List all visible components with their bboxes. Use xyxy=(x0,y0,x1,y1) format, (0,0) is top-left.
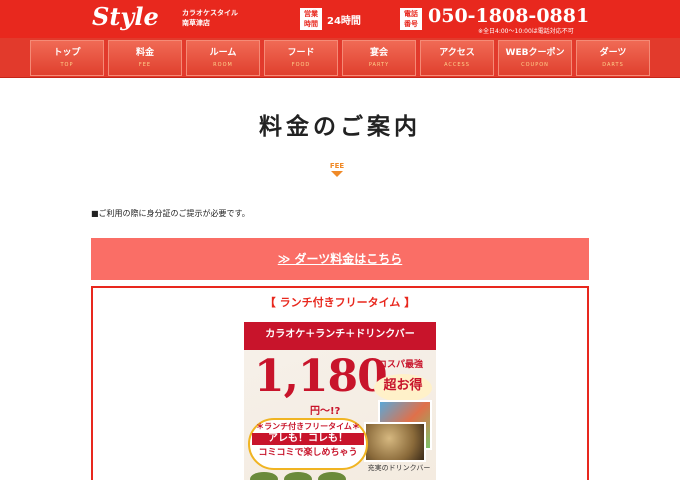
nav-item-access[interactable]: アクセス ACCESS xyxy=(420,40,494,76)
promo-price: 1,180 xyxy=(254,351,388,402)
nav-sublabel: ROOM xyxy=(213,62,233,68)
nav-item-coupon[interactable]: WEBクーポン COUPON xyxy=(498,40,572,76)
store-name-line2: 南草津店 xyxy=(182,19,210,27)
nav-sublabel: PARTY xyxy=(368,62,390,68)
promo-aremo: アレも！コレも！ xyxy=(252,433,364,445)
tel-badge-line1: 電話 xyxy=(404,10,418,18)
site-logo[interactable]: Style xyxy=(92,3,159,31)
nav-label: WEBクーポン xyxy=(505,48,565,58)
darts-fee-banner[interactable]: ≫ ダーツ料金はこちら xyxy=(91,238,589,280)
promo-lunch-free: ＊ランチ付きフリータイム＊ xyxy=(256,422,360,431)
dish-photo xyxy=(284,472,312,480)
site-header: Style カラオケスタイル 南草津店 営業 時間 24時間 電話 番号 050… xyxy=(0,0,680,38)
nav-item-party[interactable]: 宴会 PARTY xyxy=(342,40,416,76)
nav-label: ダーツ xyxy=(599,48,627,58)
nav-item-fee[interactable]: 料金 FEE xyxy=(108,40,182,76)
hours-badge-line1: 営業 xyxy=(304,10,318,18)
promo-headline: カラオケ＋ランチ＋ドリンクバー xyxy=(265,329,415,340)
main-nav: トップ TOP 料金 FEE ルーム ROOM フード FOOD 宴会 PART… xyxy=(0,38,680,78)
phone-number[interactable]: 050-1808-0881 xyxy=(428,5,589,27)
promo-drinkbar-caption: 充実のドリンクバー xyxy=(367,464,431,472)
page-subtitle: FEE xyxy=(329,162,345,170)
nav-label: フード xyxy=(287,48,315,58)
lunch-promo-image: カラオケ＋ランチ＋ドリンクバー 1,180 円～!? コスパ最強 超お得 ＊ラン… xyxy=(244,322,436,480)
nav-label: 料金 xyxy=(135,48,154,58)
nav-label: アクセス xyxy=(439,48,475,58)
nav-label: トップ xyxy=(53,48,81,58)
dish-photo xyxy=(318,472,346,480)
nav-label: 宴会 xyxy=(369,48,388,58)
nav-item-food[interactable]: フード FOOD xyxy=(264,40,338,76)
business-hours: 24時間 xyxy=(327,16,361,27)
promo-price-suffix: 円～!? xyxy=(310,406,341,417)
nav-item-room[interactable]: ルーム ROOM xyxy=(186,40,260,76)
nav-sublabel: FOOD xyxy=(291,62,311,68)
nav-sublabel: TOP xyxy=(60,62,74,68)
darts-fee-link[interactable]: ≫ ダーツ料金はこちら xyxy=(278,251,403,267)
section-title: 【 ランチ付きフリータイム 】 xyxy=(264,296,416,309)
nav-sublabel: COUPON xyxy=(521,62,549,68)
promo-cospa: コスパ最強 xyxy=(378,360,424,370)
id-notice: ■ご利用の際に身分証のご提示が必要です。 xyxy=(91,209,250,218)
promo-otoku: 超お得 xyxy=(383,378,423,393)
dish-photo xyxy=(250,472,278,480)
nav-sublabel: DARTS xyxy=(602,62,624,68)
tel-badge-line2: 番号 xyxy=(404,20,418,28)
nav-label: ルーム xyxy=(209,48,237,58)
nav-item-darts[interactable]: ダーツ DARTS xyxy=(576,40,650,76)
nav-item-top[interactable]: トップ TOP xyxy=(30,40,104,76)
store-name-line1: カラオケスタイル xyxy=(182,9,238,17)
nav-sublabel: ACCESS xyxy=(444,62,470,68)
hours-badge-line2: 時間 xyxy=(304,20,318,28)
arrow-down-icon xyxy=(331,171,343,177)
page-title: 料金のご案内 xyxy=(259,114,421,140)
tel-badge: 電話 番号 xyxy=(400,8,422,30)
phone-note: ※全日4:00～10:00は電話対応不可 xyxy=(478,28,574,35)
food-photo xyxy=(364,422,426,462)
promo-komikomi: コミコミで楽しめちゃう xyxy=(258,448,358,458)
store-name: カラオケスタイル 南草津店 xyxy=(182,8,238,28)
hours-badge: 営業 時間 xyxy=(300,8,322,30)
nav-sublabel: FEE xyxy=(138,62,152,68)
